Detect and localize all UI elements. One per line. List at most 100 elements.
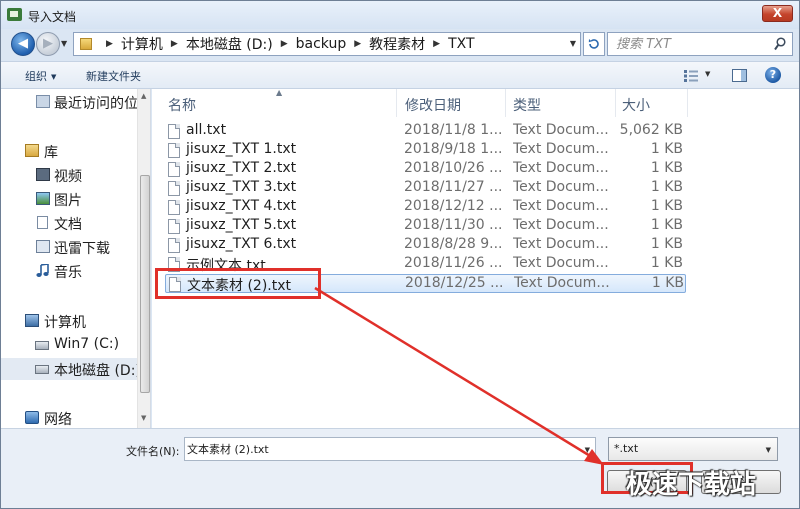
file-size: 5,062 KB (619, 122, 683, 138)
file-type: Text Docum... (513, 198, 609, 214)
column-modified[interactable]: 修改日期 (405, 95, 461, 115)
nav-item-videos[interactable]: 视频 (1, 164, 137, 186)
text-file-icon (168, 143, 180, 158)
text-file-icon (168, 124, 180, 139)
folder-icon (80, 38, 92, 50)
text-file-icon (168, 219, 180, 234)
back-button[interactable]: ◀ (11, 32, 35, 56)
file-row[interactable]: jisuxz_TXT 2.txt 2018/10/26 ... Text Docum… (165, 160, 686, 179)
refresh-button[interactable] (583, 32, 605, 56)
scroll-up-icon[interactable]: ▲ (141, 92, 146, 100)
nav-item-documents[interactable]: 文档 (1, 212, 137, 234)
column-divider[interactable] (615, 89, 616, 117)
sort-ascending-icon: ▲ (276, 88, 283, 97)
file-size: 1 KB (650, 236, 683, 252)
title-bar: 导入文档 X (1, 1, 799, 29)
nav-item-drive-d[interactable]: 本地磁盘 (D:) (1, 358, 141, 380)
downloads-icon (36, 240, 50, 253)
import-document-dialog: 导入文档 X ◀ ▶ ▼ ▶ 计算机 ▶ 本地磁盘 (D:) ▶ backup … (0, 0, 800, 509)
file-type-select[interactable]: *.txt ▼ (608, 437, 778, 461)
chevron-down-icon: ▼ (765, 446, 771, 454)
file-name: all.txt (186, 122, 227, 138)
view-options-icon[interactable] (684, 70, 698, 82)
new-folder-button[interactable]: 新建文件夹 (86, 68, 141, 84)
file-size: 1 KB (650, 255, 683, 271)
column-size[interactable]: 大小 (622, 95, 650, 115)
file-modified-date: 2018/11/27 ... (404, 179, 503, 195)
nav-item-pictures[interactable]: 图片 (1, 188, 137, 210)
address-dropdown[interactable]: ▼ (570, 39, 576, 48)
nav-item-network[interactable]: 网络 (1, 407, 137, 428)
file-row[interactable]: jisuxz_TXT 4.txt 2018/12/12 ... Text Docum… (165, 198, 686, 217)
search-input[interactable] (616, 35, 766, 53)
music-icon (36, 264, 49, 277)
recent-places-icon (36, 95, 50, 108)
column-divider[interactable] (396, 89, 397, 117)
file-type: Text Docum... (513, 217, 609, 233)
file-name: jisuxz_TXT 3.txt (186, 179, 297, 195)
file-size: 1 KB (650, 217, 683, 233)
recent-locations-dropdown[interactable]: ▼ (61, 39, 67, 48)
file-modified-date: 2018/11/8 1... (404, 122, 503, 138)
column-type[interactable]: 类型 (513, 95, 541, 115)
breadcrumb-txt[interactable]: TXT (448, 36, 474, 52)
file-name: jisuxz_TXT 4.txt (186, 198, 297, 214)
scroll-down-icon[interactable]: ▼ (141, 414, 146, 422)
breadcrumb-tutorial-materials[interactable]: 教程素材 (369, 34, 425, 54)
text-file-icon (168, 181, 180, 196)
file-type: Text Docum... (513, 122, 609, 138)
nav-item-recent-places[interactable]: 最近访问的位 (1, 91, 138, 113)
help-icon[interactable]: ? (765, 67, 781, 83)
nav-item-libraries[interactable]: 库 (1, 140, 137, 162)
nav-item-downloads[interactable]: 迅雷下载 (1, 236, 137, 258)
organize-button[interactable]: 组织 ▼ (25, 68, 56, 84)
preview-pane-icon[interactable] (732, 69, 747, 82)
nav-item-music[interactable]: 音乐 (1, 260, 137, 282)
window-title: 导入文档 (28, 10, 77, 24)
address-bar[interactable]: ▶ 计算机 ▶ 本地磁盘 (D:) ▶ backup ▶ 教程素材 ▶ TXT … (73, 32, 581, 56)
filename-input[interactable] (187, 440, 567, 458)
file-modified-date: 2018/11/30 ... (404, 217, 503, 233)
column-name[interactable]: 名称 (168, 95, 196, 115)
libraries-icon (25, 144, 39, 157)
file-type: Text Docum... (513, 236, 609, 252)
nav-item-drive-c[interactable]: Win7 (C:) (1, 334, 137, 356)
file-row[interactable]: jisuxz_TXT 5.txt 2018/11/30 ... Text Docum… (165, 217, 686, 236)
file-name: jisuxz_TXT 2.txt (186, 160, 297, 176)
file-type: Text Docum... (513, 160, 609, 176)
documents-icon (37, 216, 48, 229)
navigation-pane: 最近访问的位 库 视频 图片 文档 迅雷下载 音乐 计算机 Win7 (C:) … (1, 89, 151, 428)
file-row[interactable]: all.txt 2018/11/8 1... Text Docum... 5,062 … (165, 122, 686, 141)
chevron-right-icon[interactable]: ▶ (171, 39, 178, 49)
forward-button[interactable]: ▶ (36, 32, 60, 56)
chevron-right-icon[interactable]: ▶ (354, 39, 361, 49)
file-modified-date: 2018/8/28 9... (404, 236, 503, 252)
watermark: 极速下载站 (626, 470, 757, 500)
breadcrumb-backup[interactable]: backup (296, 36, 347, 52)
close-button[interactable]: X (762, 5, 793, 22)
file-row[interactable]: jisuxz_TXT 6.txt 2018/8/28 9... Text Docum… (165, 236, 686, 255)
nav-item-computer[interactable]: 计算机 (1, 310, 137, 332)
chevron-down-icon[interactable]: ▼ (585, 446, 590, 454)
file-type-value: *.txt (614, 442, 639, 455)
command-bar: 组织 ▼ 新建文件夹 ▼ ? (1, 61, 799, 89)
file-type: Text Docum... (513, 255, 609, 271)
text-file-icon (168, 200, 180, 215)
file-type: Text Docum... (513, 179, 609, 195)
search-icon[interactable] (774, 37, 786, 51)
breadcrumb-drive-d[interactable]: 本地磁盘 (D:) (186, 34, 273, 54)
file-type: Text Docum... (514, 275, 610, 291)
breadcrumb-computer[interactable]: 计算机 (121, 34, 163, 54)
file-modified-date: 2018/11/26 ... (404, 255, 503, 271)
chevron-right-icon[interactable]: ▶ (106, 39, 113, 49)
chevron-right-icon[interactable]: ▶ (281, 39, 288, 49)
nav-scrollbar[interactable]: ▲ ▼ (137, 89, 150, 428)
column-divider[interactable] (687, 89, 688, 117)
file-row[interactable]: jisuxz_TXT 3.txt 2018/11/27 ... Text Docum… (165, 179, 686, 198)
network-icon (25, 411, 39, 424)
chevron-right-icon[interactable]: ▶ (433, 39, 440, 49)
column-divider[interactable] (505, 89, 506, 117)
scrollbar-thumb[interactable] (140, 175, 150, 393)
view-dropdown[interactable]: ▼ (705, 70, 710, 78)
file-row[interactable]: jisuxz_TXT 1.txt 2018/9/18 1... Text Docum… (165, 141, 686, 160)
